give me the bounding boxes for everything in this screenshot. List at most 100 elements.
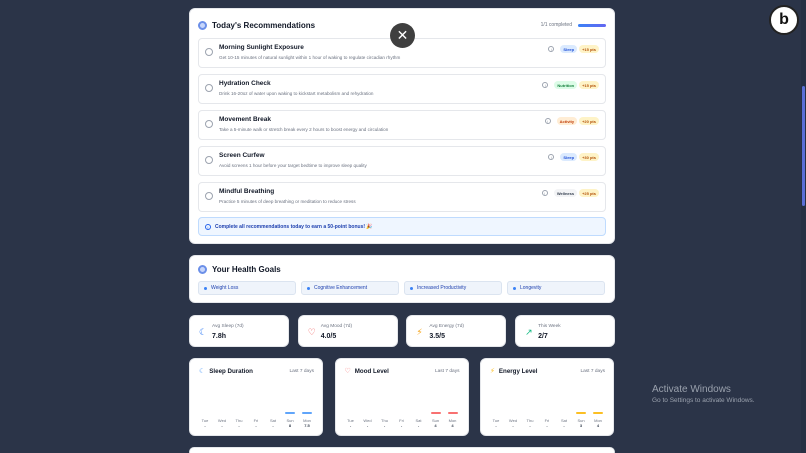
recommendation-item[interactable]: Movement Break Take a 5-minute walk or st… — [198, 110, 606, 140]
info-icon: i — [205, 223, 211, 230]
goal-chip: Weight Loss — [198, 281, 296, 295]
info-icon[interactable]: i — [548, 154, 555, 160]
goals-header: Your Health Goals — [198, 265, 281, 274]
goal-label: Increased Productivity — [417, 285, 467, 291]
health-goals-card: Your Health Goals Weight Loss Cognitive E… — [189, 255, 615, 303]
info-icon[interactable]: i — [544, 118, 551, 124]
goal-label: Longevity — [520, 285, 542, 291]
chart-card: ⚡ Energy Level Last 7 days Tue - Wed - Thu - Fri -… — [480, 358, 614, 436]
moon-icon: ☾ — [199, 368, 206, 375]
recommendation-meta: i Nutrition +15 pts — [542, 81, 599, 89]
recommendation-item[interactable]: Hydration Check Drink 16-20oz of water up… — [198, 74, 606, 104]
recommendation-title: Hydration Check — [219, 80, 271, 87]
chart-value-label: - — [204, 423, 206, 428]
points-badge: +15 pts — [579, 45, 599, 53]
chart-value-label: - — [366, 423, 369, 428]
category-badge: Sleep — [560, 45, 578, 53]
stat-card: ↗ This Week 2/7 — [515, 315, 616, 347]
chart-header: ☾ Sleep Duration — [199, 368, 253, 375]
recommendation-meta: i Sleep +30 pts — [548, 153, 599, 161]
recommendation-meta: i Activity +20 pts — [544, 117, 599, 125]
chart-title: Energy Level — [498, 368, 538, 375]
info-icon[interactable]: i — [542, 82, 549, 88]
recommendation-item[interactable]: Screen Curfew Avoid screens 1 hour before… — [198, 146, 606, 176]
chart-card: ♡ Mood Level Last 7 days Tue - Wed - Thu - Fri - Sa… — [334, 358, 469, 436]
scrollbar-track[interactable] — [801, 0, 806, 453]
completion-progress: 1/1 completed — [541, 22, 606, 28]
recommendation-meta: i Sleep +15 pts — [548, 45, 599, 53]
chart-bar — [285, 412, 295, 414]
chart-area: Tue - Wed - Thu - Fri - Sat - Sun 4 Mon 4 — [344, 409, 460, 429]
goal-dot-icon — [513, 286, 516, 290]
goal-dot-icon — [410, 286, 413, 290]
chart-value-label: 7.5 — [304, 423, 310, 428]
stat-label: This Week — [538, 324, 561, 329]
goal-dot-icon — [307, 286, 310, 290]
chart-bar — [430, 412, 441, 414]
chart-period: Last 7 days — [289, 369, 314, 374]
points-badge: +15 pts — [579, 81, 599, 89]
heart-icon: ♡ — [344, 368, 351, 375]
stat-card: ⚡ Avg Energy (7d) 3.5/5 — [406, 315, 507, 347]
chart-value-label: 4 — [596, 423, 600, 428]
recommendations-title: Today's Recommendations — [212, 20, 316, 30]
checkbox[interactable] — [205, 192, 213, 200]
checkbox[interactable] — [205, 48, 213, 56]
target-icon — [198, 265, 207, 274]
recommendation-description: Take a 5-minute walk or stretch break ev… — [219, 127, 389, 132]
bonus-banner: i Complete all recommendations today to … — [198, 217, 606, 236]
recommendation-description: Practice 5 minutes of deep breathing or … — [219, 199, 356, 204]
category-badge: Sleep — [560, 153, 578, 161]
chart-header: ♡ Mood Level — [345, 368, 389, 375]
stat-value: 3.5/5 — [429, 333, 445, 340]
next-section-card — [189, 447, 615, 453]
recommendation-title: Screen Curfew — [219, 152, 265, 159]
scrollbar-thumb[interactable] — [802, 86, 805, 206]
checkbox[interactable] — [205, 120, 213, 128]
stat-value: 2/7 — [538, 333, 548, 340]
goal-chip: Cognitive Enhancement — [301, 281, 399, 295]
chart-value-label: - — [529, 423, 531, 428]
progress-fill — [578, 23, 606, 27]
chart-value-label: - — [563, 423, 565, 428]
close-button[interactable]: ✕ — [390, 23, 415, 48]
checkbox[interactable] — [205, 84, 213, 92]
chart-bar — [576, 412, 586, 414]
chart-value-label: - — [349, 423, 352, 428]
bolt-icon: ⚡ — [490, 368, 495, 375]
recommendation-description: Drink 16-20oz of water upon waking to ki… — [219, 91, 374, 96]
chart-period: Last 7 days — [434, 369, 460, 374]
info-icon[interactable]: i — [541, 190, 548, 196]
moon-icon: ☾ — [199, 327, 208, 337]
info-icon[interactable]: i — [548, 46, 555, 52]
chart-bar — [302, 412, 312, 414]
chart-value-label: - — [400, 423, 403, 428]
stat-label: Avg Mood (7d) — [320, 324, 353, 329]
chart-area: Tue - Wed - Thu - Fri - Sat - Sun 8 Mon 7.5 — [198, 409, 314, 429]
points-badge: +25 pts — [579, 189, 599, 197]
goal-chip: Increased Productivity — [404, 281, 502, 295]
chart-title: Mood Level — [354, 368, 389, 375]
chart-value-label: 4 — [434, 423, 437, 428]
goal-label: Weight Loss — [211, 285, 239, 291]
chart-area: Tue - Wed - Thu - Fri - Sat - Sun 3 Mon 4 — [489, 409, 605, 429]
bonus-text: Complete all recommendations today to ea… — [215, 223, 373, 230]
recommendation-description: Get 10-15 minutes of natural sunlight wi… — [219, 55, 401, 60]
chart-value-label: - — [272, 423, 274, 428]
chart-value-label: 3 — [579, 423, 583, 428]
progress-bar — [578, 23, 606, 27]
heart-icon: ♡ — [307, 327, 316, 337]
recommendation-item[interactable]: Mindful Breathing Practice 5 minutes of d… — [198, 182, 606, 212]
goal-dot-icon — [204, 286, 207, 290]
checkbox[interactable] — [205, 156, 213, 164]
chart-bar — [593, 412, 603, 414]
stat-label: Avg Sleep (7d) — [212, 324, 244, 329]
bolt-icon: ⚡ — [416, 327, 423, 337]
chart-value-label: 4 — [451, 423, 454, 428]
stat-value: 7.8h — [212, 333, 227, 340]
chart-value-label: - — [417, 423, 420, 428]
brand-logo: b — [769, 5, 799, 35]
category-badge: Nutrition — [554, 81, 578, 89]
watermark-subtitle: Go to Settings to activate Windows. — [652, 397, 755, 404]
stat-card: ☾ Avg Sleep (7d) 7.8h — [189, 315, 289, 347]
